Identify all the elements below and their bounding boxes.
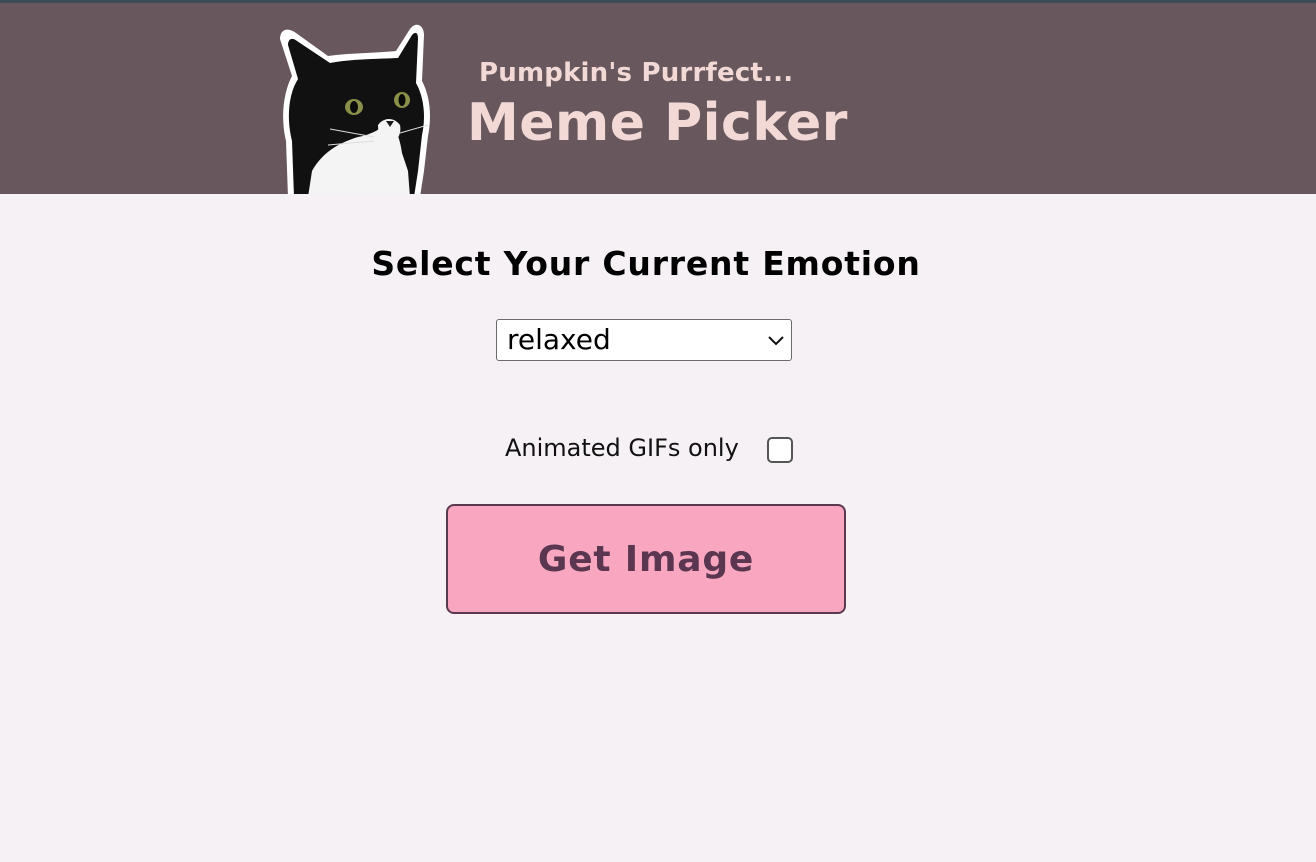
emotion-select[interactable]: relaxed bbox=[496, 319, 792, 361]
app-header: Pumpkin's Purrfect... Meme Picker bbox=[0, 3, 1316, 194]
app-subtitle: Pumpkin's Purrfect... bbox=[479, 58, 794, 88]
emotion-heading: Select Your Current Emotion bbox=[371, 244, 921, 283]
app-title: Meme Picker bbox=[467, 93, 848, 153]
cat-logo-icon bbox=[280, 24, 430, 194]
get-image-button[interactable]: Get Image bbox=[446, 504, 846, 614]
chevron-down-icon bbox=[768, 336, 784, 346]
emotion-select-value: relaxed bbox=[507, 323, 611, 356]
gifs-only-checkbox[interactable] bbox=[767, 437, 793, 463]
gifs-only-label: Animated GIFs only bbox=[505, 434, 739, 462]
